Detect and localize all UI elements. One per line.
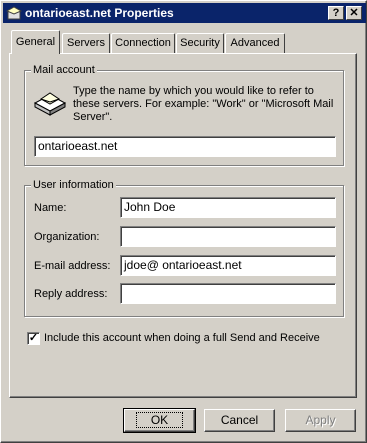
ok-button[interactable]: OK — [123, 408, 196, 433]
mail-account-icon — [6, 6, 22, 20]
mail-account-description: Type the name by which you would like to… — [73, 85, 334, 123]
properties-dialog: ontarioeast.net Properties ? ✕ General S… — [0, 0, 367, 443]
tab-advanced[interactable]: Advanced — [225, 33, 285, 53]
tab-security[interactable]: Security — [176, 33, 224, 53]
window-title: ontarioeast.net Properties — [25, 6, 174, 20]
tab-connection[interactable]: Connection — [111, 33, 175, 53]
cancel-button[interactable]: Cancel — [204, 409, 275, 432]
mail-account-group: Mail account Type the name by which you … — [24, 63, 344, 166]
include-account-checkbox[interactable]: ✓ — [27, 332, 40, 345]
name-label: Name: — [34, 202, 67, 214]
user-information-group: User information Name: John Doe Organiza… — [24, 178, 344, 317]
user-information-legend: User information — [31, 178, 116, 192]
close-button[interactable]: ✕ — [346, 6, 362, 20]
reply-address-input[interactable] — [120, 283, 336, 304]
apply-button[interactable]: Apply — [285, 409, 356, 432]
mail-server-icon — [33, 92, 67, 116]
include-account-label[interactable]: Include this account when doing a full S… — [44, 332, 320, 344]
title-bar[interactable]: ontarioeast.net Properties ? ✕ — [3, 3, 366, 23]
email-address-input[interactable]: jdoe@ ontarioeast.net — [120, 255, 336, 276]
organization-label: Organization: — [34, 231, 100, 243]
name-input[interactable]: John Doe — [120, 197, 336, 218]
reply-address-label: Reply address: — [34, 288, 108, 300]
account-name-input[interactable]: ontarioeast.net — [34, 136, 336, 157]
email-address-label: E-mail address: — [34, 260, 111, 272]
general-tab-panel: Mail account Type the name by which you … — [9, 53, 357, 398]
tab-general[interactable]: General — [11, 30, 60, 54]
mail-account-legend: Mail account — [31, 63, 97, 77]
help-button[interactable]: ? — [328, 6, 344, 20]
tab-servers[interactable]: Servers — [62, 33, 110, 53]
apply-button-label: Apply — [305, 413, 336, 427]
ok-button-label: OK — [135, 412, 184, 428]
organization-input[interactable] — [120, 226, 336, 247]
